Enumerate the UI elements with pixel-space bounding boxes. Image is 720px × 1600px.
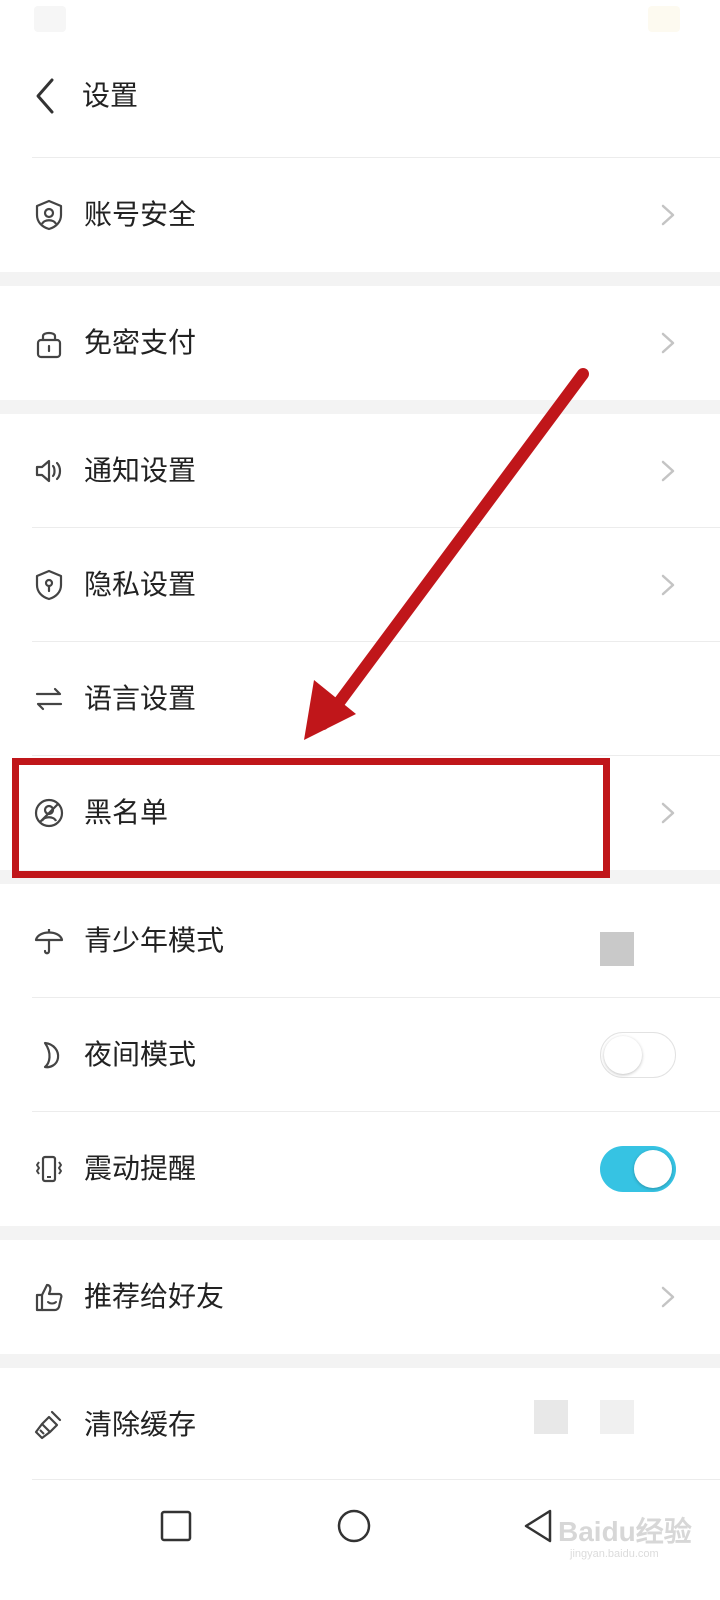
status-bar: [0, 0, 720, 40]
status-placeholder: [600, 932, 634, 966]
header: 设置: [0, 40, 720, 158]
watermark-sub: jingyan.baidu.com: [570, 1548, 659, 1560]
settings-screen: 设置 账号安全 免密支付 通知设置 隐私设置 语言设置 黑名单 青少年模式 夜间…: [0, 0, 720, 1600]
toggle-knob: [634, 1150, 672, 1188]
umbrella-icon: [32, 924, 66, 958]
settings-item-label: 清除缓存: [84, 1408, 197, 1441]
section-gap: [0, 272, 720, 286]
settings-item-label: 震动提醒: [84, 1152, 197, 1185]
settings-item-label: 推荐给好友: [84, 1280, 225, 1313]
settings-item-label: 通知设置: [84, 454, 197, 487]
thumbs-up-icon: [32, 1280, 66, 1314]
settings-item-notifications[interactable]: 通知设置: [0, 414, 720, 528]
settings-item-teen-mode[interactable]: 青少年模式: [0, 884, 720, 998]
status-placeholder: [600, 1400, 634, 1434]
section-gap: [0, 1354, 720, 1368]
moon-icon: [32, 1038, 66, 1072]
settings-item-label: 语言设置: [84, 682, 197, 715]
circle-icon: [337, 1509, 371, 1543]
nav-home-button[interactable]: [330, 1502, 378, 1550]
chevron-right-icon: [656, 328, 680, 358]
page-title: 设置: [82, 79, 139, 112]
chevron-right-icon: [656, 456, 680, 486]
watermark-text: Baidu经验: [558, 1516, 692, 1547]
settings-item-language[interactable]: 语言设置: [0, 642, 720, 756]
speaker-icon: [32, 454, 66, 488]
settings-item-label: 免密支付: [84, 326, 197, 359]
nav-recent-button[interactable]: [152, 1502, 200, 1550]
watermark: Baidu经验 jingyan.baidu.com: [540, 1488, 710, 1568]
chevron-right-icon: [656, 200, 680, 230]
vibrate-icon: [32, 1152, 66, 1186]
settings-item-password-free-pay[interactable]: 免密支付: [0, 286, 720, 400]
settings-item-account[interactable]: 账号安全: [0, 158, 720, 272]
section-gap: [0, 400, 720, 414]
shield-keyhole-icon: [32, 568, 66, 602]
chevron-left-icon: [36, 78, 54, 114]
shield-user-icon: [32, 198, 66, 232]
square-icon: [160, 1510, 192, 1542]
settings-item-label: 青少年模式: [84, 924, 225, 957]
chevron-right-icon: [656, 798, 680, 828]
annotation-highlight-box: [12, 758, 610, 878]
lock-icon: [32, 326, 66, 360]
vibration-toggle[interactable]: [600, 1146, 676, 1192]
settings-item-privacy[interactable]: 隐私设置: [0, 528, 720, 642]
settings-item-night-mode[interactable]: 夜间模式: [0, 998, 720, 1112]
status-bar-right: [648, 6, 680, 32]
back-button[interactable]: [28, 72, 68, 120]
status-placeholder: [534, 1400, 568, 1434]
chevron-right-icon: [656, 570, 680, 600]
chevron-right-icon: [656, 1282, 680, 1312]
toggle-knob: [604, 1035, 642, 1074]
settings-item-vibration[interactable]: 震动提醒: [0, 1112, 720, 1226]
settings-item-clear-cache[interactable]: 清除缓存: [0, 1368, 720, 1480]
section-gap: [0, 1226, 720, 1240]
broom-icon: [32, 1408, 66, 1442]
settings-item-recommend[interactable]: 推荐给好友: [0, 1240, 720, 1354]
status-bar-left: [34, 6, 66, 32]
night-mode-toggle[interactable]: [600, 1032, 676, 1078]
settings-item-label: 隐私设置: [84, 568, 197, 601]
swap-arrows-icon: [32, 682, 66, 716]
settings-item-label: 账号安全: [84, 198, 197, 231]
settings-item-label: 夜间模式: [84, 1038, 197, 1071]
